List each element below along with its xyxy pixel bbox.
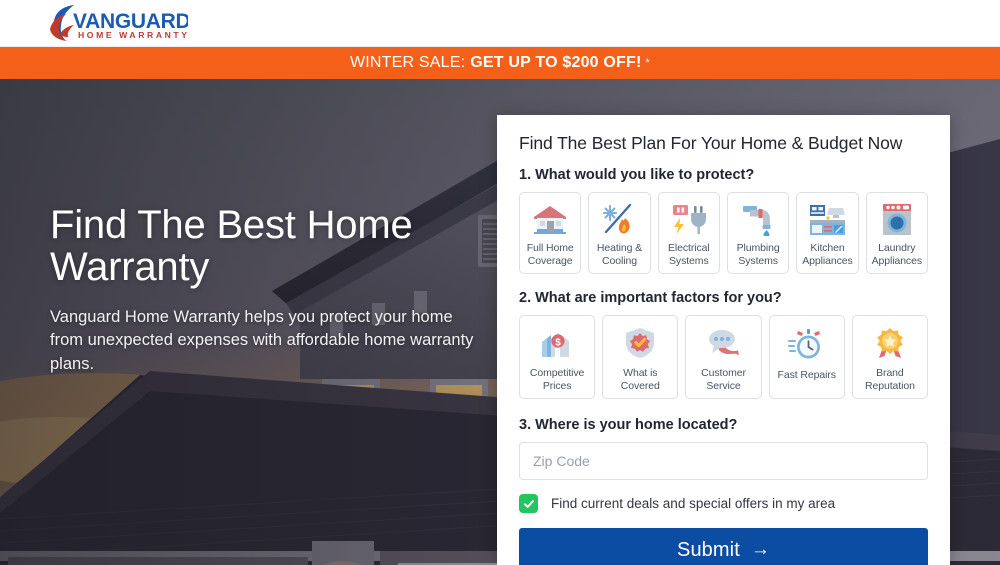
zip-code-input[interactable]	[519, 442, 928, 480]
tile-label: What is Covered	[620, 367, 660, 392]
svg-text:$: $	[555, 338, 561, 349]
tile-competitive-prices[interactable]: $ Competitive Prices	[519, 315, 596, 399]
landing-page: VANGUARD HOME WARRANTY WINTER SALE: GET …	[0, 0, 1000, 565]
pipe-drop-icon	[738, 200, 778, 238]
hero-copy: Find The Best Home Warranty Vanguard Hom…	[50, 204, 490, 376]
tile-what-is-covered[interactable]: What is Covered	[602, 315, 679, 399]
arrow-right-icon: →	[750, 539, 770, 560]
question-1-label: 1. What would you like to protect?	[519, 167, 755, 183]
tile-electrical-systems[interactable]: Electrical Systems	[657, 192, 720, 274]
protect-options-group: Full Home Coverage Heating & Cooling Ele…	[519, 192, 928, 274]
hero-title: Find The Best Home Warranty	[50, 203, 413, 289]
house-dollar-icon: $	[538, 325, 576, 361]
lead-form-card: Find The Best Plan For Your Home & Budge…	[497, 115, 950, 565]
tile-brand-reputation[interactable]: Brand Reputation	[851, 315, 929, 399]
hero-subtitle: Vanguard Home Warranty helps you protect…	[50, 308, 474, 373]
promo-banner[interactable]: WINTER SALE: GET UP TO $200 OFF! *	[0, 47, 1000, 79]
tile-kitchen-appliances[interactable]: Kitchen Appliances	[796, 192, 859, 274]
question-3-label: 3. Where is your home located?	[519, 417, 738, 433]
submit-label: Submit	[677, 538, 740, 561]
tile-label: Customer Service	[701, 367, 746, 392]
form-title: Find The Best Plan For Your Home & Budge…	[519, 133, 903, 153]
tile-label: Full Home Coverage	[526, 242, 574, 267]
tile-label: Competitive Prices	[529, 367, 585, 392]
tile-label: Heating & Cooling	[596, 242, 643, 267]
question-2-label: 2. What are important factors for you?	[519, 290, 782, 306]
submit-button[interactable]: Submit →	[519, 528, 928, 565]
deals-checkbox-row[interactable]: Find current deals and special offers in…	[519, 494, 928, 513]
tile-label: Laundry Appliances	[871, 242, 922, 267]
tile-label: Electrical Systems	[668, 242, 710, 267]
washing-machine-icon	[877, 200, 917, 238]
tile-label: Fast Repairs	[777, 369, 836, 381]
plug-bolt-icon	[669, 200, 709, 238]
house-icon	[530, 200, 570, 238]
promo-lead: WINTER SALE:	[349, 54, 466, 71]
promo-asterisk: *	[645, 57, 651, 69]
tile-label: Kitchen Appliances	[802, 242, 853, 267]
tile-label: Brand Reputation	[865, 367, 915, 392]
chat-bubbles-icon	[705, 325, 743, 361]
deals-checkbox[interactable]	[519, 494, 538, 513]
promo-offer: GET UP TO $200 OFF!	[470, 54, 642, 71]
award-medal-icon	[871, 325, 909, 361]
shield-check-icon	[621, 325, 659, 361]
tile-customer-service[interactable]: Customer Service	[685, 315, 762, 399]
tile-plumbing-systems[interactable]: Plumbing Systems	[726, 192, 790, 274]
tile-fast-repairs[interactable]: Fast Repairs	[768, 315, 845, 399]
tile-label: Plumbing Systems	[736, 242, 780, 267]
deals-checkbox-label: Find current deals and special offers in…	[551, 496, 836, 511]
kitchen-icon	[807, 200, 847, 238]
tile-heating-cooling[interactable]: Heating & Cooling	[588, 192, 651, 274]
tile-laundry-appliances[interactable]: Laundry Appliances	[865, 192, 928, 274]
check-icon	[523, 499, 534, 508]
snowflake-flame-icon	[599, 200, 639, 238]
factor-options-group: $ Competitive Prices What is Covered Cus…	[519, 315, 929, 399]
stopwatch-icon	[787, 325, 826, 363]
site-header: VANGUARD HOME WARRANTY	[0, 0, 1000, 47]
svg-text:HOME WARRANTY: HOME WARRANTY	[78, 30, 188, 40]
tile-full-home-coverage[interactable]: Full Home Coverage	[519, 192, 582, 274]
vanguard-logo[interactable]: VANGUARD HOME WARRANTY	[48, 3, 188, 43]
